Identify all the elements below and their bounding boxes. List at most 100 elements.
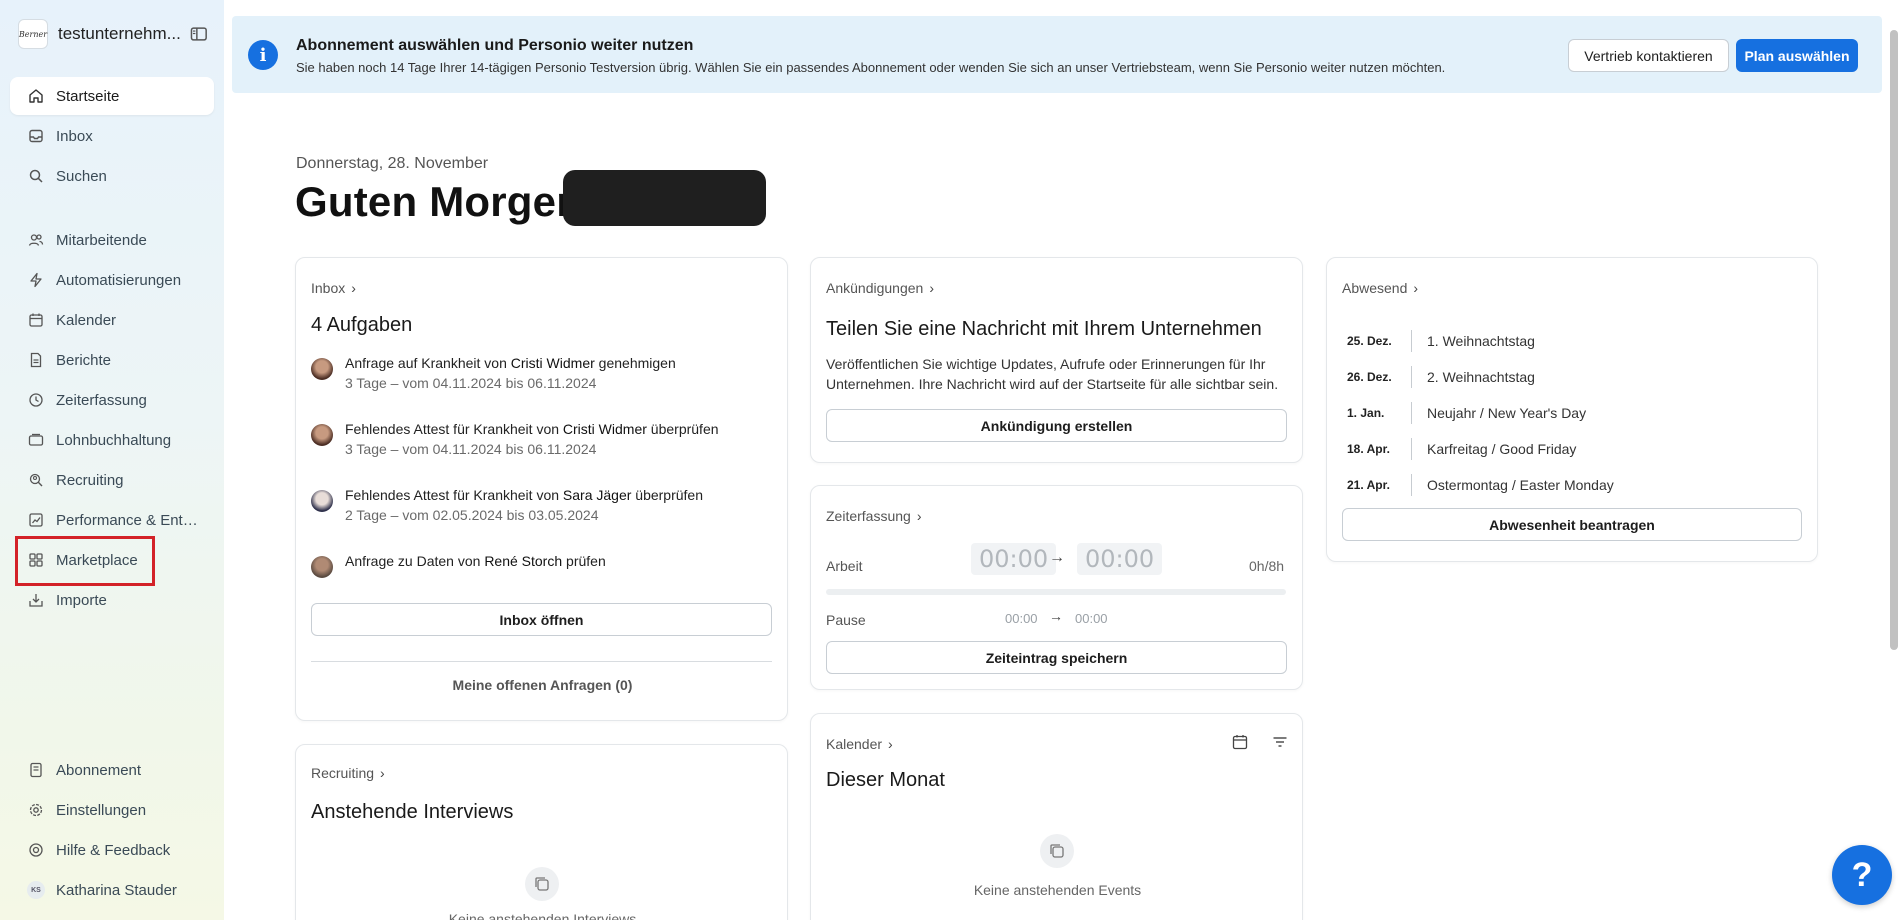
task-action: überprüfen [646,421,719,437]
absence-row: 26. Dez. 2. Weihnachtstag [1347,364,1787,390]
chevron-right-icon: › [916,508,922,524]
workspace-logo: Berner [18,19,48,49]
workspace-header[interactable]: Berner testunternehm... [18,18,208,50]
avatar [311,424,333,446]
recruiting-icon [26,470,46,490]
sidebar-item-recruiting[interactable]: Recruiting [10,461,214,499]
absent-card: Abwesend › 25. Dez. 1. Weihnachtstag 26. … [1326,257,1818,562]
sidebar-item-label: Zeiterfassung [56,391,147,409]
redacted-name [563,170,766,226]
sidebar-item-suchen[interactable]: Suchen [10,157,214,195]
clock-icon [26,390,46,410]
sidebar-item-lohnbuchhaltung[interactable]: Lohnbuchhaltung [10,421,214,459]
sidebar-item-importe[interactable]: Importe [10,581,214,619]
contact-sales-button[interactable]: Vertrieb kontaktieren [1568,39,1729,72]
save-time-entry-button[interactable]: Zeiteintrag speichern [826,641,1287,674]
divider [1411,330,1412,352]
sidebar-item-mitarbeitende[interactable]: Mitarbeitende [10,221,214,259]
empty-interviews-text: Keine anstehenden Interviews [448,911,637,920]
absence-date: 1. Jan. [1347,406,1385,420]
absence-name: 2. Weihnachtstag [1427,369,1535,385]
sidebar-toggle-icon[interactable] [190,25,208,43]
inbox-task[interactable]: Anfrage auf Krankheit von Cristi Widmer … [311,355,771,399]
inbox-card-link[interactable]: Inbox › [311,280,356,296]
sidebar-item-user[interactable]: KS Katharina Stauder [10,871,214,909]
filter-icon[interactable] [1271,733,1289,751]
sidebar-item-zeiterfassung[interactable]: Zeiterfassung [10,381,214,419]
announcements-card: Ankündigungen › Teilen Sie eine Nachrich… [810,257,1303,463]
sidebar-item-label: Katharina Stauder [56,881,177,899]
pause-end-input[interactable]: 00:00 [1075,611,1108,626]
sidebar-item-automatisierungen[interactable]: Automatisierungen [10,261,214,299]
recruiting-card-link[interactable]: Recruiting › [311,765,385,781]
divider [1411,474,1412,496]
report-icon [26,350,46,370]
absence-row: 18. Apr. Karfreitag / Good Friday [1347,436,1787,462]
inbox-task[interactable]: Fehlendes Attest für Krankheit von Sara … [311,487,771,531]
time-tracking-card-link[interactable]: Zeiterfassung › [826,508,922,524]
chevron-right-icon: › [351,280,356,296]
sidebar-item-inbox[interactable]: Inbox [10,117,214,155]
sidebar-item-abonnement[interactable]: Abonnement [10,751,214,789]
sidebar-item-label: Lohnbuchhaltung [56,431,172,449]
absence-row: 25. Dez. 1. Weihnachtstag [1347,328,1787,354]
sidebar-item-label: Hilfe & Feedback [56,841,171,859]
divider [1411,438,1412,460]
task-subtitle: 2 Tage – vom 02.05.2024 bis 03.05.2024 [345,507,599,523]
task-text: Anfrage zu Daten von [345,553,485,569]
my-requests-link[interactable]: Meine offenen Anfragen (0) [296,677,789,693]
page-scrollbar[interactable] [1890,30,1898,650]
user-initials: KS [27,881,45,899]
help-button[interactable]: ? [1832,845,1892,905]
create-announcement-button[interactable]: Ankündigung erstellen [826,409,1287,442]
announcements-card-link[interactable]: Ankündigungen › [826,280,934,296]
task-person: René Storch [484,553,563,569]
choose-plan-button[interactable]: Plan auswählen [1736,39,1858,72]
arrow-right-icon: → [1049,549,1065,566]
task-person: Cristi Widmer [510,355,595,371]
task-person: Cristi Widmer [562,421,647,437]
sidebar-item-hilfe[interactable]: Hilfe & Feedback [10,831,214,869]
announcements-title: Teilen Sie eine Nachricht mit Ihrem Unte… [826,318,1262,340]
sidebar-item-label: Berichte [56,351,112,369]
sidebar-item-label: Kalender [56,311,117,329]
lightning-icon [26,270,46,290]
absence-date: 21. Apr. [1347,478,1390,492]
chevron-right-icon: › [1413,280,1419,296]
absent-card-link[interactable]: Abwesend › [1342,280,1418,296]
recruiting-card-head: Recruiting [311,765,375,781]
task-text: Fehlendes Attest für Krankheit von [345,487,563,503]
work-start-input[interactable]: 00:00 [971,543,1057,575]
absence-date: 25. Dez. [1347,334,1392,348]
inbox-task[interactable]: Anfrage zu Daten von René Storch prüfen [311,553,771,579]
sidebar-item-label: Mitarbeitende [56,231,147,249]
divider [311,661,772,662]
import-icon [26,590,46,610]
sidebar-item-performance[interactable]: Performance & Entwic... [10,501,214,539]
info-icon: i [248,40,278,70]
absence-row: 1. Jan. Neujahr / New Year's Day [1347,400,1787,426]
sidebar-item-startseite[interactable]: Startseite [10,77,214,115]
calendar-title: Dieser Monat [826,769,945,791]
work-progress-bar [826,589,1286,595]
work-end-input[interactable]: 00:00 [1077,543,1163,575]
inbox-task[interactable]: Fehlendes Attest für Krankheit von Crist… [311,421,771,465]
chevron-right-icon: › [380,765,385,781]
absence-name: Karfreitag / Good Friday [1427,441,1577,457]
gear-icon [26,800,46,820]
sidebar-item-berichte[interactable]: Berichte [10,341,214,379]
sidebar-item-einstellungen[interactable]: Einstellungen [10,791,214,829]
pause-start-input[interactable]: 00:00 [1005,611,1038,626]
request-absence-button[interactable]: Abwesenheit beantragen [1342,508,1802,541]
work-total: 0h/8h [1249,558,1285,574]
absence-date: 18. Apr. [1347,442,1390,456]
banner-title: Abonnement auswählen und Personio weiter… [296,37,694,54]
open-inbox-button[interactable]: Inbox öffnen [311,603,772,636]
sidebar-item-kalender[interactable]: Kalender [10,301,214,339]
recruiting-title: Anstehende Interviews [311,801,514,823]
inbox-task-count: 4 Aufgaben [311,314,413,336]
calendar-view-icon[interactable] [1231,733,1249,751]
pause-label: Pause [826,612,866,628]
sidebar: Berner testunternehm... Startseite Inbox… [0,0,224,920]
calendar-card-link[interactable]: Kalender › [826,736,893,752]
